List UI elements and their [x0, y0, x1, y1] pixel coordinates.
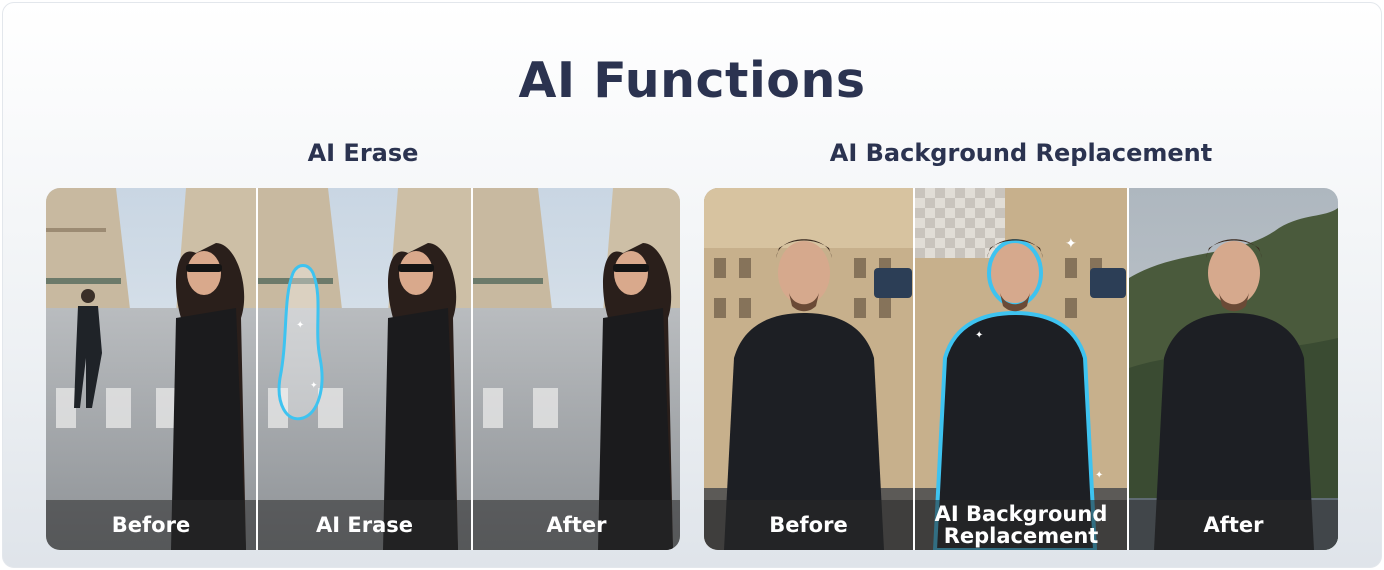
ai-erase-title: AI Erase: [307, 139, 419, 167]
mountain-photo-after: [1129, 188, 1338, 550]
bg-before-frame: Before: [704, 188, 913, 550]
caption-before: Before: [46, 500, 256, 550]
street-photo-before: [46, 188, 256, 550]
caption-bg-process-line1: AI Background: [934, 502, 1108, 526]
city-photo-segmenting: ✦ ✦ ✦: [915, 188, 1127, 550]
caption-bg-process-line2: Replacement: [943, 524, 1099, 548]
erase-after-frame: After: [471, 188, 680, 550]
ai-background-replacement-title: AI Background Replacement: [829, 139, 1213, 167]
bg-process-frame: ✦ ✦ ✦ AI Background Replacement: [913, 188, 1127, 550]
caption-bg-after: After: [1129, 500, 1338, 550]
svg-text:✦: ✦: [1065, 236, 1077, 252]
erase-before-frame: Before: [46, 188, 256, 550]
caption-ai-erase: AI Erase: [258, 500, 471, 550]
caption-bg-process: AI Background Replacement: [915, 500, 1127, 550]
city-photo-before: [704, 188, 913, 550]
svg-text:✦: ✦: [310, 381, 318, 391]
ai-background-panel: Before ✦ ✦ ✦ AI Background Replacement A…: [704, 188, 1338, 550]
street-photo-after: [473, 188, 680, 550]
street-photo-erasing: ✦ ✦: [258, 188, 471, 550]
page-title: AI Functions: [518, 52, 866, 109]
caption-bg-before: Before: [704, 500, 913, 550]
svg-text:✦: ✦: [975, 330, 983, 341]
caption-after: After: [473, 500, 680, 550]
svg-text:✦: ✦: [1095, 470, 1103, 481]
bg-after-frame: After: [1127, 188, 1338, 550]
erase-process-frame: ✦ ✦ AI Erase: [256, 188, 471, 550]
svg-text:✦: ✦: [296, 320, 304, 331]
ai-erase-panel: Before ✦ ✦ AI Erase After: [46, 188, 680, 550]
